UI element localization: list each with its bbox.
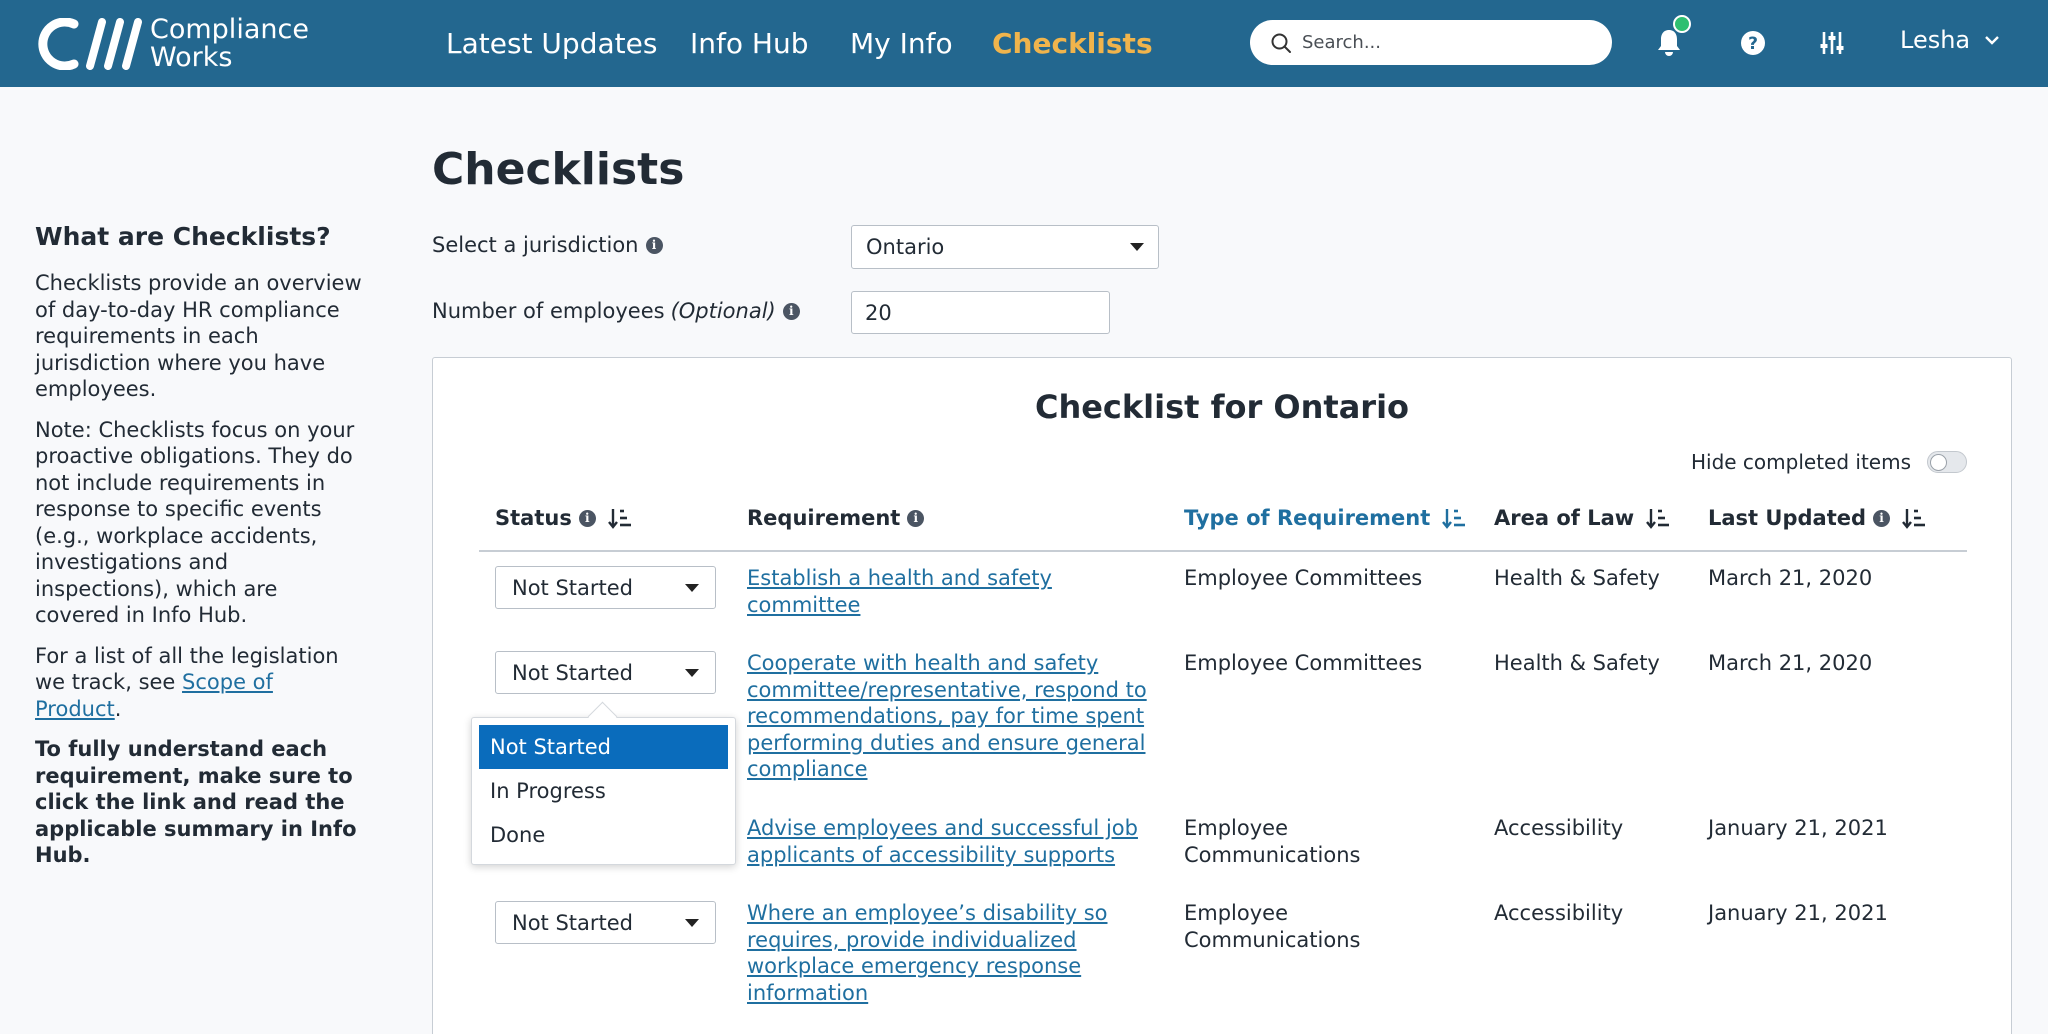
sidebar-paragraph-scope: For a list of all the legislation we tra… bbox=[35, 643, 365, 723]
page-title: Checklists bbox=[432, 144, 685, 195]
sort-icon[interactable] bbox=[1442, 507, 1466, 529]
nav-info-hub[interactable]: Info Hub bbox=[690, 27, 808, 60]
requirement-type: Employee Communications bbox=[1184, 816, 1361, 867]
last-updated: March 21, 2020 bbox=[1708, 566, 1873, 590]
chevron-down-icon bbox=[1985, 36, 1999, 45]
column-label-last-updated: Last Updated bbox=[1708, 506, 1867, 530]
status-value: Not Started bbox=[512, 575, 634, 600]
column-label-type: Type of Requirement bbox=[1184, 506, 1431, 530]
area-of-law: Accessibility bbox=[1494, 816, 1624, 840]
help-icon: ? bbox=[1741, 31, 1765, 55]
logo-mark-icon bbox=[38, 18, 142, 70]
last-updated: March 21, 2020 bbox=[1708, 651, 1873, 675]
settings-button[interactable] bbox=[1815, 26, 1849, 60]
sidebar-paragraph-overview: Checklists provide an overview of day-to… bbox=[35, 271, 362, 401]
status-value: Not Started bbox=[512, 660, 634, 685]
jurisdiction-value: Ontario bbox=[866, 235, 945, 259]
search-input[interactable] bbox=[1302, 32, 1602, 53]
sort-icon[interactable] bbox=[1902, 507, 1926, 529]
sort-icon[interactable] bbox=[607, 507, 632, 529]
requirement-type: Employee Committees bbox=[1184, 651, 1423, 675]
sidebar-paragraph-tip: To fully understand each requirement, ma… bbox=[35, 737, 357, 867]
column-header-type[interactable]: Type of Requirement bbox=[1184, 506, 1466, 530]
search-bar[interactable] bbox=[1250, 20, 1612, 65]
logo-line-1: Compliance bbox=[150, 14, 309, 45]
hide-completed-toggle[interactable] bbox=[1927, 451, 1967, 473]
nav-latest-updates[interactable]: Latest Updates bbox=[446, 27, 657, 60]
caret-down-icon bbox=[685, 668, 699, 677]
column-header-area: Area of Law bbox=[1494, 506, 1670, 530]
logo-wordmark: Compliance Works bbox=[150, 16, 309, 72]
sidebar-paragraph-note: Note: Checklists focus on your proactive… bbox=[35, 417, 355, 628]
hide-completed-control: Hide completed items bbox=[1691, 450, 1967, 474]
employees-label-text: Number of employees bbox=[432, 299, 665, 323]
column-label-status: Status bbox=[495, 506, 572, 530]
caret-down-icon bbox=[685, 918, 699, 927]
user-name: Lesha bbox=[1900, 26, 1971, 54]
jurisdiction-label-text: Select a jurisdiction bbox=[432, 233, 639, 257]
nav-checklists[interactable]: Checklists bbox=[992, 27, 1153, 60]
status-select[interactable]: Not Started bbox=[495, 566, 716, 609]
column-header-last-updated: Last Updated i bbox=[1708, 506, 1926, 530]
search-icon bbox=[1271, 33, 1291, 53]
employees-label: Number of employees (Optional) i bbox=[432, 299, 800, 323]
column-header-status: Status i bbox=[495, 506, 632, 530]
info-icon[interactable]: i bbox=[578, 509, 596, 527]
requirement-type: Employee Communications bbox=[1184, 901, 1361, 952]
employees-input[interactable] bbox=[851, 291, 1110, 334]
sliders-icon bbox=[1820, 32, 1844, 54]
user-menu[interactable]: Lesha bbox=[1900, 26, 2000, 54]
info-icon[interactable]: i bbox=[645, 236, 663, 254]
sidebar-heading: What are Checklists? bbox=[35, 222, 331, 251]
compliance-works-logo[interactable]: Compliance Works bbox=[36, 16, 309, 72]
column-label-area: Area of Law bbox=[1494, 506, 1635, 530]
status-value: Not Started bbox=[512, 910, 634, 935]
area-of-law: Health & Safety bbox=[1494, 651, 1660, 675]
column-header-requirement: Requirement i bbox=[747, 506, 925, 530]
jurisdiction-select[interactable]: Ontario bbox=[851, 225, 1159, 269]
info-icon[interactable]: i bbox=[782, 302, 800, 320]
checklists-info-panel: What are Checklists? Checklists provide … bbox=[35, 222, 365, 883]
top-navigation-bar: Compliance Works Latest Updates Info Hub… bbox=[0, 0, 2048, 87]
notification-badge bbox=[1673, 15, 1691, 33]
nav-my-info[interactable]: My Info bbox=[850, 27, 953, 60]
requirement-link[interactable]: Cooperate with health and safety committ… bbox=[747, 650, 1147, 783]
caret-down-icon bbox=[685, 583, 699, 592]
status-option-not-started[interactable]: Not Started bbox=[479, 725, 728, 769]
requirement-link[interactable]: Where an employee’s disability so requir… bbox=[747, 900, 1147, 1006]
last-updated: January 21, 2021 bbox=[1708, 901, 1888, 925]
hide-completed-label: Hide completed items bbox=[1690, 450, 1911, 474]
logo-line-2: Works bbox=[150, 42, 233, 73]
area-of-law: Health & Safety bbox=[1494, 566, 1660, 590]
checklist-card: Checklist for Ontario Hide completed ite… bbox=[432, 357, 2012, 1034]
status-select[interactable]: Not Started bbox=[495, 651, 716, 694]
status-select[interactable]: Not Started bbox=[495, 901, 716, 944]
status-option-in-progress[interactable]: In Progress bbox=[479, 769, 728, 813]
status-option-done[interactable]: Done bbox=[479, 813, 728, 857]
checklist-title: Checklist for Ontario bbox=[1034, 388, 1410, 426]
last-updated: January 21, 2021 bbox=[1708, 816, 1888, 840]
requirement-type: Employee Committees bbox=[1184, 566, 1423, 590]
caret-down-icon bbox=[1130, 243, 1144, 251]
help-button[interactable]: ? bbox=[1736, 26, 1770, 60]
header-divider bbox=[479, 550, 1967, 552]
svg-text:?: ? bbox=[1748, 34, 1758, 54]
jurisdiction-label: Select a jurisdiction i bbox=[432, 233, 663, 257]
column-label-requirement: Requirement bbox=[747, 506, 901, 530]
status-dropdown-menu: Not Started In Progress Done bbox=[471, 717, 736, 865]
requirement-link[interactable]: Advise employees and successful job appl… bbox=[747, 815, 1147, 868]
info-icon[interactable]: i bbox=[907, 509, 925, 527]
scope-suffix: . bbox=[114, 696, 122, 721]
info-icon[interactable]: i bbox=[1873, 509, 1891, 527]
requirement-link[interactable]: Establish a health and safety committee bbox=[747, 565, 1147, 618]
employees-optional-text: (Optional) bbox=[670, 299, 776, 323]
sort-icon[interactable] bbox=[1646, 507, 1670, 529]
area-of-law: Accessibility bbox=[1494, 901, 1624, 925]
